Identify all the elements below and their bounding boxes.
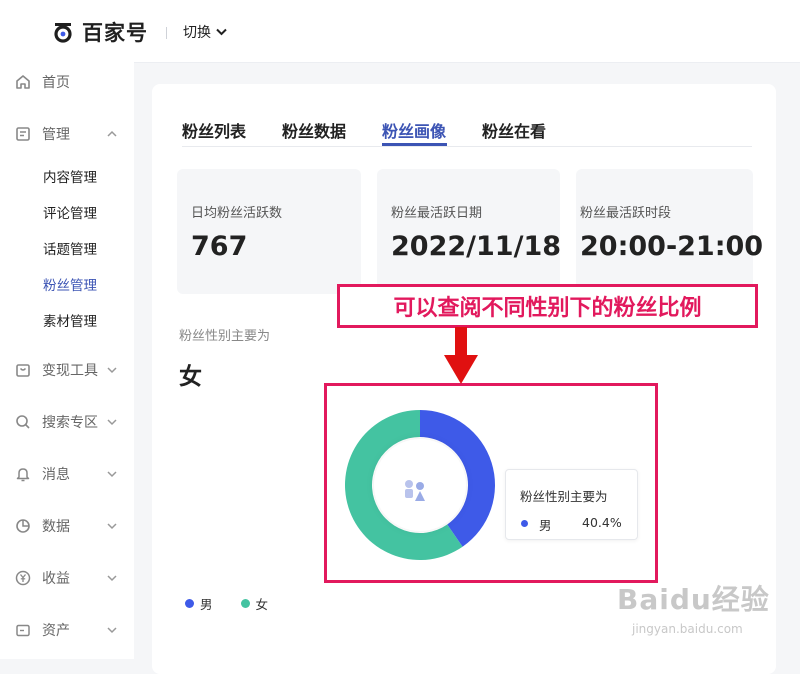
sidebar-item-label: 资产 bbox=[42, 623, 70, 639]
logo-icon bbox=[54, 23, 72, 43]
pie-chart-icon bbox=[16, 519, 30, 533]
legend-label: 女 bbox=[255, 597, 269, 612]
annotation-arrow-icon bbox=[444, 327, 478, 384]
chevron-down-icon bbox=[107, 575, 117, 582]
sidebar-item-management[interactable]: 管理 bbox=[0, 120, 134, 148]
sidebar-item-monetize[interactable]: 变现工具 bbox=[0, 356, 134, 384]
chevron-down-icon bbox=[107, 419, 117, 426]
sidebar-item-messages[interactable]: 消息 bbox=[0, 460, 134, 488]
sidebar-item-label: 搜索专区 bbox=[42, 415, 98, 431]
legend-label: 男 bbox=[200, 597, 213, 612]
tab-bar: 粉丝列表 粉丝数据 粉丝画像 粉丝在看 bbox=[182, 116, 752, 147]
logo[interactable]: 百家号 bbox=[52, 17, 148, 47]
tab-fans-portrait[interactable]: 粉丝画像 bbox=[382, 118, 446, 142]
sidebar-item-assets[interactable]: 资产 bbox=[0, 616, 134, 644]
annotation-callout: 可以查阅不同性别下的粉丝比例 bbox=[337, 284, 758, 328]
tab-fans-list[interactable]: 粉丝列表 bbox=[182, 118, 246, 142]
switch-label: 切换 bbox=[183, 25, 211, 41]
sidebar: 首页 管理 内容管理 评论管理 话题管理 粉丝管理 素材管理 变现工具 搜索专区… bbox=[0, 62, 134, 659]
gender-main-value: 女 bbox=[179, 364, 202, 390]
sidebar-subitem-fans[interactable]: 粉丝管理 bbox=[43, 274, 97, 294]
stat-value: 2022/11/18 bbox=[391, 231, 562, 262]
chevron-down-icon bbox=[107, 367, 117, 374]
chevron-down-icon bbox=[107, 627, 117, 634]
legend-entry-male[interactable]: 男 bbox=[185, 594, 213, 613]
sidebar-item-home[interactable]: 首页 bbox=[0, 68, 134, 96]
sidebar-subitem-content[interactable]: 内容管理 bbox=[43, 166, 97, 186]
top-bar: 百家号 切换 bbox=[0, 0, 800, 63]
sidebar-item-label: 收益 bbox=[42, 571, 70, 587]
annotation-text: 可以查阅不同性别下的粉丝比例 bbox=[393, 296, 702, 321]
highlight-box bbox=[324, 383, 658, 583]
stat-label: 日均粉丝活跃数 bbox=[191, 206, 283, 221]
watermark-url: jingyan.baidu.com bbox=[632, 622, 743, 636]
sidebar-item-label: 数据 bbox=[42, 519, 70, 535]
stat-label: 粉丝最活跃时段 bbox=[580, 206, 672, 221]
active-tab-indicator bbox=[382, 143, 447, 146]
gender-main-label: 粉丝性别主要为 bbox=[179, 329, 271, 344]
sidebar-subitem-materials[interactable]: 素材管理 bbox=[43, 310, 97, 330]
chevron-down-icon bbox=[216, 28, 227, 36]
sidebar-subitem-comments[interactable]: 评论管理 bbox=[43, 202, 97, 222]
stat-card-active-date: 粉丝最活跃日期 2022/11/18 bbox=[377, 169, 562, 294]
watermark-logo: Baidu经验 bbox=[617, 583, 770, 616]
document-icon bbox=[16, 127, 30, 141]
switch-account-button[interactable]: 切换 bbox=[183, 22, 227, 42]
stat-value: 20:00-21:00 bbox=[580, 231, 764, 262]
home-icon bbox=[16, 75, 30, 89]
sidebar-item-label: 管理 bbox=[42, 127, 70, 143]
sidebar-item-data[interactable]: 数据 bbox=[0, 512, 134, 540]
tab-fans-watching[interactable]: 粉丝在看 bbox=[482, 118, 546, 142]
sidebar-item-search[interactable]: 搜索专区 bbox=[0, 408, 134, 436]
sidebar-subitem-topics[interactable]: 话题管理 bbox=[43, 238, 97, 258]
sidebar-item-earnings[interactable]: 收益 bbox=[0, 564, 134, 592]
tab-fans-data[interactable]: 粉丝数据 bbox=[282, 118, 346, 142]
legend-entry-female[interactable]: 女 bbox=[240, 594, 269, 613]
header-divider bbox=[166, 27, 167, 39]
legend-dot bbox=[185, 599, 194, 608]
legend-dot bbox=[240, 599, 250, 608]
wallet-icon bbox=[16, 624, 30, 637]
chevron-down-icon bbox=[107, 471, 117, 478]
yen-icon bbox=[15, 570, 31, 586]
bell-icon bbox=[16, 468, 30, 482]
bag-icon bbox=[16, 364, 30, 377]
sidebar-item-label: 首页 bbox=[42, 75, 70, 91]
logo-text: 百家号 bbox=[82, 21, 148, 45]
chevron-up-icon bbox=[107, 130, 117, 137]
chart-legend: 男 女 bbox=[185, 594, 296, 613]
sidebar-item-label: 变现工具 bbox=[42, 363, 98, 379]
stat-card-active-period: 粉丝最活跃时段 20:00-21:00 bbox=[576, 169, 763, 294]
sidebar-item-label: 消息 bbox=[42, 467, 70, 483]
stat-label: 粉丝最活跃日期 bbox=[391, 206, 483, 221]
watermark: Baidu经验 jingyan.baidu.com bbox=[617, 578, 770, 636]
stat-value: 767 bbox=[191, 231, 248, 262]
stat-card-daily-active: 日均粉丝活跃数 767 bbox=[177, 169, 361, 294]
search-icon bbox=[16, 415, 30, 429]
chevron-down-icon bbox=[107, 523, 117, 530]
